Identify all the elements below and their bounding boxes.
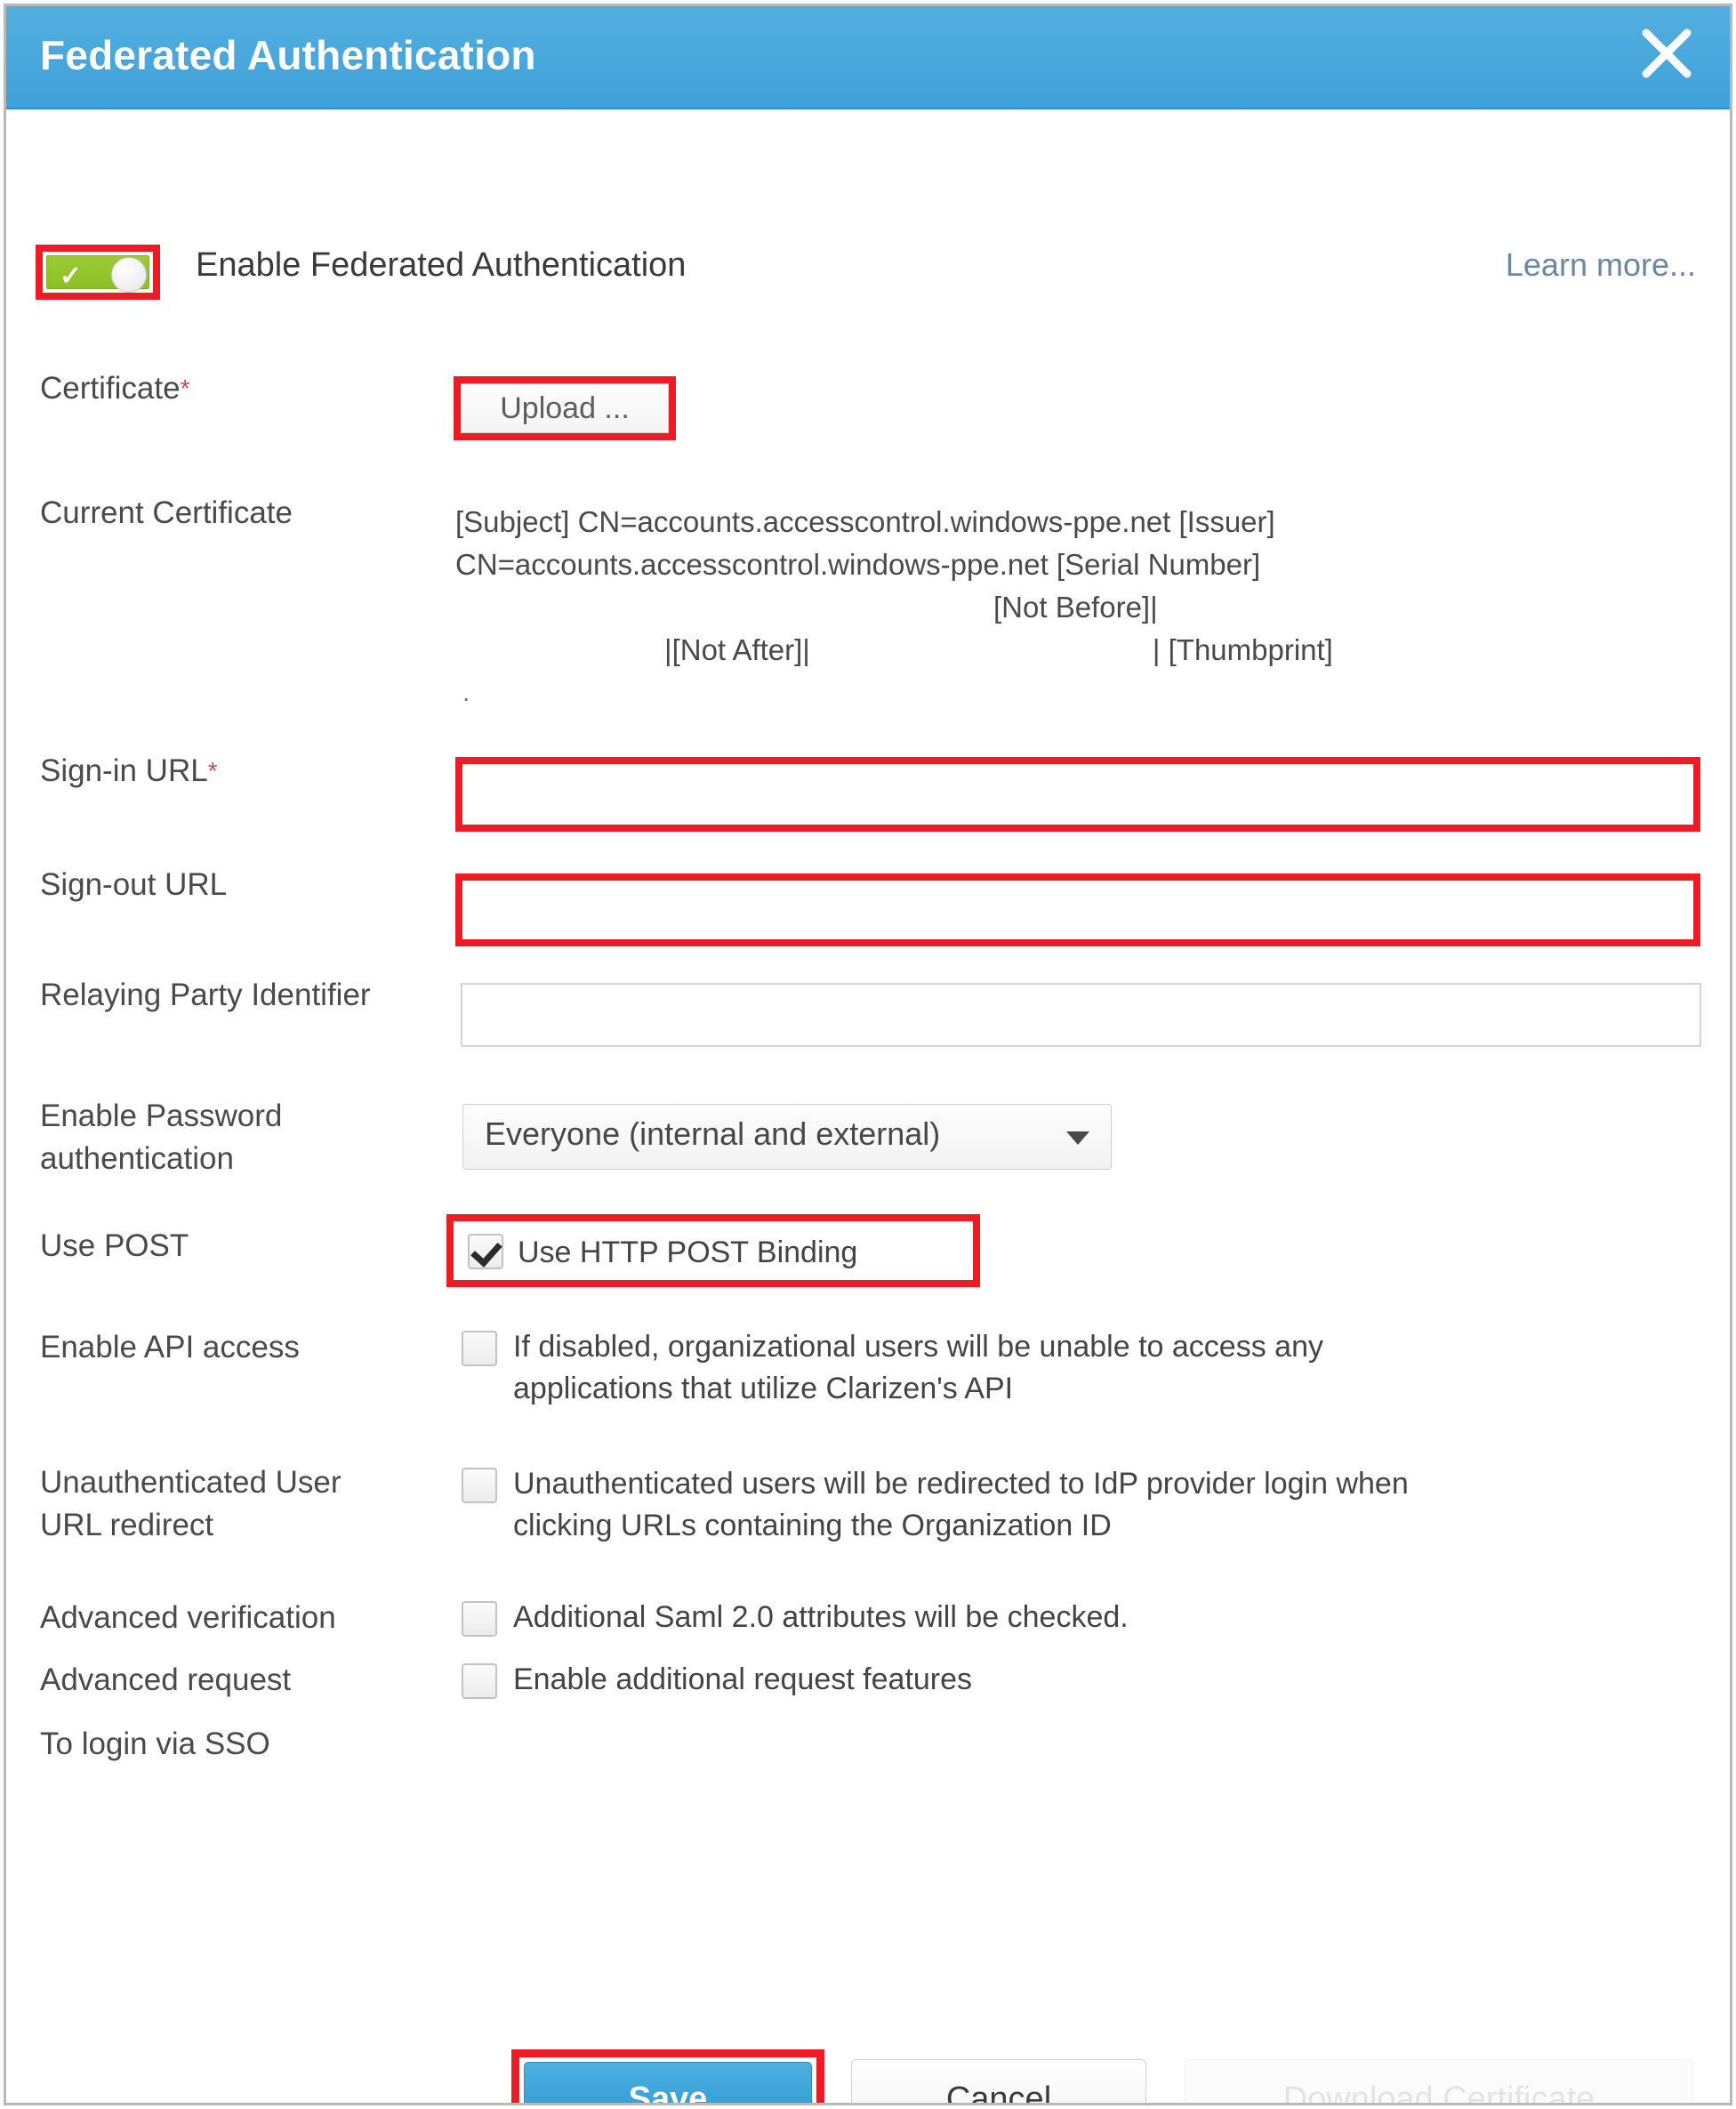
learn-more-link[interactable]: Learn more... xyxy=(1506,246,1696,284)
enable-federated-auth-toggle[interactable]: ✓ xyxy=(43,252,153,293)
use-post-highlight: Use HTTP POST Binding xyxy=(446,1214,980,1287)
enable-api-access-description: If disabled, organizational users will b… xyxy=(513,1326,1669,1410)
signout-url-highlight xyxy=(455,873,1700,946)
signout-url-input[interactable] xyxy=(462,881,1693,939)
upload-button-highlight: Upload ... xyxy=(454,376,676,440)
unauthenticated-redirect-label-line2: URL redirect xyxy=(40,1508,214,1542)
signout-url-label: Sign-out URL xyxy=(40,867,228,902)
enable-api-access-checkbox[interactable] xyxy=(462,1331,497,1366)
cancel-button[interactable]: Cancel xyxy=(851,2059,1146,2103)
download-certificate-button: Download Certificate xyxy=(1185,2059,1693,2103)
enable-password-auth-label-line1: Enable Password xyxy=(40,1099,283,1133)
close-icon[interactable] xyxy=(1634,20,1700,86)
cert-line-4: |[Not After]| | [Thumbprint] xyxy=(455,629,1700,672)
signin-url-label: Sign-in URL* xyxy=(40,753,218,788)
signin-url-highlight xyxy=(455,757,1700,832)
required-marker: * xyxy=(180,374,190,402)
toggle-knob xyxy=(111,257,147,293)
use-post-label: Use POST xyxy=(40,1228,189,1263)
required-marker: * xyxy=(207,757,218,785)
dialog-titlebar: Federated Authentication xyxy=(6,6,1730,109)
advanced-verification-label: Advanced verification xyxy=(40,1600,336,1635)
relaying-party-identifier-input[interactable] xyxy=(462,985,1700,1045)
enable-password-auth-label: Enable Password authentication xyxy=(40,1095,449,1180)
cert-line-2: CN=accounts.accesscontrol.windows-ppe.ne… xyxy=(455,548,1261,581)
screenshot-root: Federated Authentication ✓ Enable Federa… xyxy=(0,0,1736,2109)
use-http-post-binding-checkbox[interactable] xyxy=(468,1234,503,1269)
unauthenticated-redirect-label-line1: Unauthenticated User xyxy=(40,1465,342,1500)
save-button[interactable]: Save xyxy=(524,2062,812,2103)
cert-not-after: |[Not After]| xyxy=(664,633,810,666)
enable-api-access-label: Enable API access xyxy=(40,1330,300,1364)
dialog-body: ✓ Enable Federated Authentication Learn … xyxy=(6,109,1730,2103)
toggle-track: ✓ xyxy=(46,255,149,293)
unauthenticated-redirect-description-line1: Unauthenticated users will be redirected… xyxy=(513,1467,1409,1501)
enable-api-access-description-line2: applications that utilize Clarizen's API xyxy=(513,1372,1014,1405)
cert-line-3: [Not Before]| xyxy=(993,591,1158,624)
current-certificate-label: Current Certificate xyxy=(40,495,293,530)
signin-url-input[interactable] xyxy=(462,764,1693,825)
enable-password-auth-selected-value: Everyone (internal and external) xyxy=(485,1115,941,1152)
cert-thumbprint: | [Thumbprint] xyxy=(1152,633,1333,666)
unauthenticated-redirect-description-line2: clicking URLs containing the Organizatio… xyxy=(513,1509,1112,1542)
certificate-label: Certificate* xyxy=(40,371,190,406)
advanced-request-description: Enable additional request features xyxy=(513,1662,973,1696)
advanced-verification-description: Additional Saml 2.0 attributes will be c… xyxy=(513,1600,1129,1634)
save-button-highlight: Save xyxy=(511,2049,824,2103)
enable-api-access-description-line1: If disabled, organizational users will b… xyxy=(513,1330,1323,1364)
advanced-request-checkbox[interactable] xyxy=(462,1663,497,1699)
current-certificate-value: [Subject] CN=accounts.accesscontrol.wind… xyxy=(455,501,1700,714)
unauthenticated-redirect-checkbox[interactable] xyxy=(462,1468,497,1503)
cert-line-5: . xyxy=(462,678,470,707)
check-icon: ✓ xyxy=(60,262,83,291)
enable-federated-auth-label: Enable Federated Authentication xyxy=(196,246,687,284)
use-http-post-binding-label: Use HTTP POST Binding xyxy=(518,1236,858,1269)
page-title: Federated Authentication xyxy=(40,32,536,78)
chevron-down-icon xyxy=(1066,1131,1089,1145)
unauthenticated-redirect-description: Unauthenticated users will be redirected… xyxy=(513,1463,1696,1547)
unauthenticated-redirect-label: Unauthenticated User URL redirect xyxy=(40,1461,449,1547)
relaying-party-identifier-label: Relaying Party Identifier xyxy=(40,978,371,1012)
enable-password-auth-select[interactable]: Everyone (internal and external) xyxy=(462,1104,1112,1170)
upload-certificate-button[interactable]: Upload ... xyxy=(461,383,669,433)
enable-password-auth-label-line2: authentication xyxy=(40,1141,234,1176)
sso-login-label: To login via SSO xyxy=(40,1727,270,1761)
advanced-verification-checkbox[interactable] xyxy=(462,1601,497,1637)
relaying-party-identifier-wrap xyxy=(461,983,1701,1047)
advanced-request-label: Advanced request xyxy=(40,1662,292,1697)
enable-federated-auth-toggle-highlight: ✓ xyxy=(36,245,160,300)
federated-authentication-dialog: Federated Authentication ✓ Enable Federa… xyxy=(4,4,1732,2105)
cert-line-1: [Subject] CN=accounts.accesscontrol.wind… xyxy=(455,505,1275,538)
